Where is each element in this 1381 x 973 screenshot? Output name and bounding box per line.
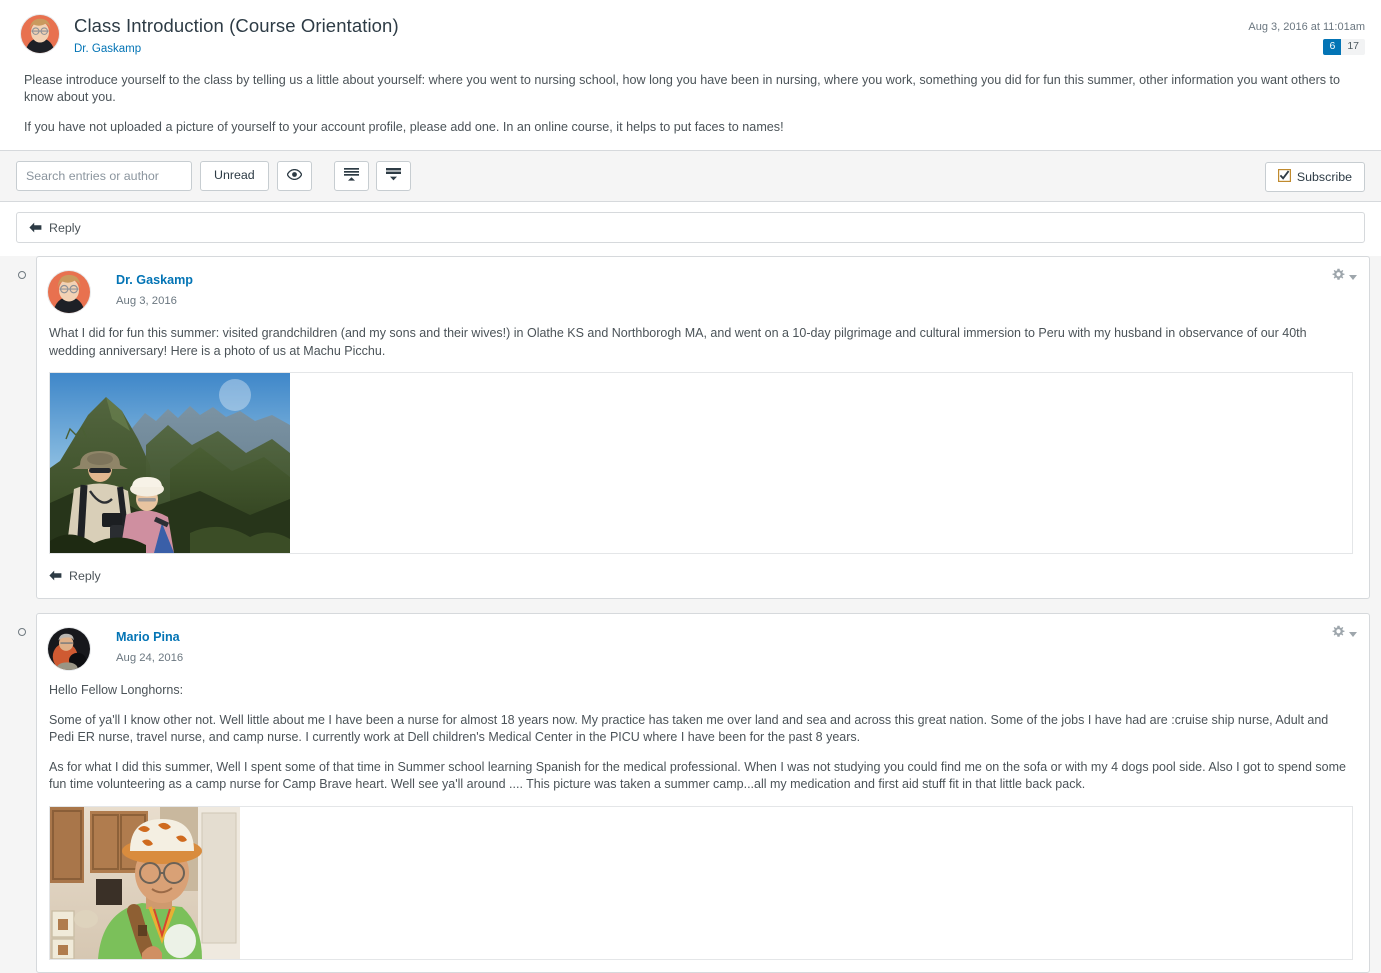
gear-icon <box>1332 625 1345 643</box>
machu-picchu-photo[interactable] <box>49 372 1353 554</box>
subscribe-button[interactable]: Subscribe <box>1264 162 1365 192</box>
entry-card: Mario Pina Aug 24, 2016 Hello Fellow Lon <box>36 613 1370 973</box>
entry-author-name[interactable]: Dr. Gaskamp <box>116 273 193 288</box>
discussion-toolbar: Unread <box>0 151 1381 202</box>
top-reply-bar[interactable]: Reply <box>16 212 1365 243</box>
gear-icon <box>1332 268 1345 286</box>
entry-header: Dr. Gaskamp Aug 3, 2016 <box>47 270 1353 314</box>
entry-message: What I did for fun this summer: visited … <box>47 325 1353 554</box>
entry-paragraph: What I did for fun this summer: visited … <box>49 326 1307 358</box>
entry-paragraph: Hello Fellow Longhorns: <box>49 683 184 697</box>
top-reply-button[interactable]: Reply <box>29 221 81 235</box>
chevron-down-icon <box>1349 274 1357 280</box>
entry-card: Dr. Gaskamp Aug 3, 2016 What I did for f <box>36 256 1370 599</box>
entry-paragraph: Some of ya'll I know other not. Well lit… <box>49 712 1329 745</box>
entry-reply-button[interactable]: Reply <box>49 569 101 583</box>
topic-author-avatar[interactable] <box>20 14 60 54</box>
mark-all-read-button[interactable] <box>276 160 312 191</box>
entry-author-avatar[interactable] <box>47 270 91 314</box>
discussion-page: Class Introduction (Course Orientation) … <box>0 0 1381 973</box>
entry-settings-menu[interactable] <box>1332 268 1357 286</box>
discussion-topic-header: Class Introduction (Course Orientation) … <box>0 0 1381 151</box>
entry-message: Hello Fellow Longhorns: Some of ya'll I … <box>47 682 1353 960</box>
unread-marker-icon[interactable] <box>18 628 26 636</box>
topic-meta: Aug 3, 2016 at 11:01am 6 17 <box>1248 20 1365 55</box>
unread-count-badge: 6 <box>1323 39 1342 55</box>
topic-posted-date: Aug 3, 2016 at 11:01am <box>1248 21 1365 33</box>
unread-filter-button[interactable]: Unread <box>200 160 269 191</box>
top-reply-label: Reply <box>49 220 81 235</box>
mario-camp-photo[interactable] <box>49 805 1353 960</box>
entry-reply-label: Reply <box>69 568 101 583</box>
page-title: Class Introduction (Course Orientation) <box>74 15 399 36</box>
entry-settings-menu[interactable] <box>1332 625 1357 643</box>
collapse-threads-icon <box>343 167 360 184</box>
reply-count-badges: 6 17 <box>1248 39 1365 55</box>
checkbox-checked-icon <box>1277 169 1291 185</box>
entry-footer: Reply <box>47 568 1353 586</box>
expand-threads-button[interactable] <box>375 160 411 191</box>
chevron-down-icon <box>1349 631 1357 637</box>
entry-author-name[interactable]: Mario Pina <box>116 630 183 645</box>
entry-date: Aug 3, 2016 <box>116 295 177 307</box>
unread-marker-icon[interactable] <box>18 271 26 279</box>
reply-arrow-icon <box>29 222 42 233</box>
entry-author-avatar[interactable] <box>47 627 91 671</box>
total-count-badge: 17 <box>1341 39 1365 55</box>
top-reply-area: Reply <box>0 202 1381 256</box>
expand-threads-icon <box>385 167 402 184</box>
search-input[interactable] <box>16 160 192 191</box>
topic-paragraph: Please introduce yourself to the class b… <box>24 73 1341 104</box>
subscribe-label: Subscribe <box>1296 170 1352 184</box>
entry-author-block: Mario Pina Aug 24, 2016 <box>116 627 183 665</box>
discussion-entries: Dr. Gaskamp Aug 3, 2016 What I did for f <box>0 256 1381 973</box>
eye-icon <box>286 168 302 182</box>
topic-paragraph: If you have not uploaded a picture of yo… <box>24 120 784 134</box>
entry-date: Aug 24, 2016 <box>116 652 184 664</box>
entry-header: Mario Pina Aug 24, 2016 <box>47 627 1353 671</box>
entry-author-block: Dr. Gaskamp Aug 3, 2016 <box>116 270 193 308</box>
entry-paragraph: As for what I did this summer, Well I sp… <box>49 759 1346 792</box>
topic-title-block: Class Introduction (Course Orientation) … <box>74 14 399 56</box>
discussion-entry: Mario Pina Aug 24, 2016 Hello Fellow Lon <box>0 613 1381 973</box>
topic-message-body: Please introduce yourself to the class b… <box>20 72 1369 136</box>
collapse-threads-button[interactable] <box>333 160 369 191</box>
topic-author-link[interactable]: Dr. Gaskamp <box>74 42 399 56</box>
discussion-entry: Dr. Gaskamp Aug 3, 2016 What I did for f <box>0 256 1381 599</box>
reply-arrow-icon <box>49 570 62 581</box>
topic-header-row: Class Introduction (Course Orientation) … <box>20 14 1369 56</box>
